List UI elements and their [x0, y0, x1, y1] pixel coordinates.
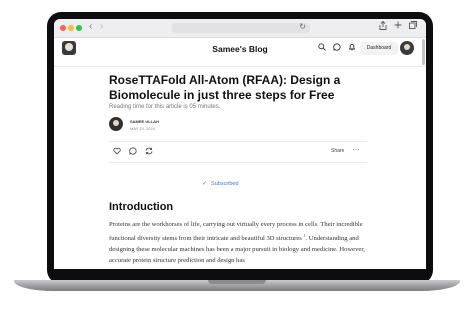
close-window-button[interactable] — [60, 25, 66, 31]
section-heading: Introduction — [109, 201, 174, 213]
post-action-bar: Share ··· — [109, 141, 367, 163]
reading-time: Reading time for this article is 05 minu… — [109, 104, 221, 110]
chat-icon[interactable] — [333, 43, 341, 53]
reload-icon[interactable]: ↻ — [299, 22, 306, 31]
minimize-window-button[interactable] — [68, 25, 74, 31]
check-icon: ✓ — [202, 181, 208, 187]
restack-icon[interactable] — [145, 147, 153, 157]
subscribed-button[interactable]: ✓ Subscribed — [202, 180, 239, 187]
back-icon[interactable]: ‹ — [89, 21, 92, 32]
author-name[interactable]: SAMEE ULLAH — [130, 119, 159, 124]
share-button[interactable]: Share — [331, 148, 344, 154]
subscribed-label: Subscribed — [211, 181, 239, 187]
more-options-button[interactable]: ··· — [352, 145, 360, 154]
author-avatar[interactable] — [109, 117, 123, 131]
laptop-screen: ‹ › ↻ Samee's Blog Dashboard RoseTTAFold… — [54, 19, 426, 269]
address-bar[interactable]: ↻ — [172, 22, 310, 33]
search-icon[interactable] — [318, 43, 326, 53]
bell-icon[interactable] — [348, 43, 356, 53]
laptop-base-notch — [208, 280, 266, 284]
share-icon[interactable] — [379, 20, 387, 32]
publish-date: MAY 23, 2024 — [130, 126, 155, 131]
user-avatar[interactable] — [400, 41, 414, 55]
plus-icon[interactable] — [394, 21, 402, 31]
heart-icon[interactable] — [113, 147, 121, 157]
comment-icon[interactable] — [129, 147, 137, 157]
tabs-icon[interactable] — [409, 21, 417, 31]
site-header: Samee's Blog Dashboard — [54, 38, 426, 67]
article-paragraph: Proteins are the workhorses of life, car… — [109, 219, 367, 266]
article-title: RoseTTAFold All-Atom (RFAA): Design a Bi… — [109, 73, 341, 102]
maximize-window-button[interactable] — [76, 25, 82, 31]
laptop-mockup: ‹ › ↻ Samee's Blog Dashboard RoseTTAFold… — [0, 0, 474, 326]
dashboard-button[interactable]: Dashboard — [360, 42, 398, 55]
scrollbar[interactable] — [422, 39, 425, 65]
browser-toolbar: ‹ › ↻ — [54, 19, 426, 38]
forward-icon[interactable]: › — [100, 21, 103, 32]
